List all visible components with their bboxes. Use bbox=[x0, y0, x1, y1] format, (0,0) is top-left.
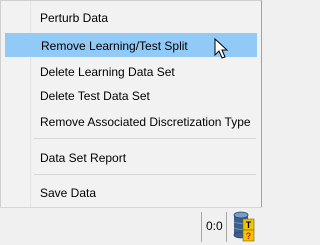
context-menu: Perturb Data Remove Learning/Test Split … bbox=[0, 0, 262, 208]
database-badge-t: T bbox=[246, 220, 252, 230]
mouse-pointer-icon bbox=[214, 38, 229, 59]
database-badge-question: ? bbox=[246, 231, 252, 241]
menu-item-delete-learning-data-set[interactable]: Delete Learning Data Set bbox=[5, 60, 257, 84]
menu-item-save-data[interactable]: Save Data bbox=[5, 181, 257, 205]
menu-separator bbox=[34, 138, 256, 139]
menu-item-data-set-report[interactable]: Data Set Report bbox=[5, 146, 257, 170]
status-bar: 0:0 T ? bbox=[0, 207, 262, 245]
status-divider bbox=[226, 212, 227, 242]
menu-item-perturb-data[interactable]: Perturb Data bbox=[5, 6, 257, 30]
database-icon[interactable]: T ? bbox=[229, 210, 259, 242]
menu-item-delete-test-data-set[interactable]: Delete Test Data Set bbox=[5, 84, 257, 108]
menu-separator bbox=[34, 174, 256, 175]
menu-item-remove-associated-discretization-type[interactable]: Remove Associated Discretization Type bbox=[5, 110, 257, 134]
status-count: 0:0 bbox=[206, 219, 223, 233]
status-divider bbox=[201, 212, 202, 242]
